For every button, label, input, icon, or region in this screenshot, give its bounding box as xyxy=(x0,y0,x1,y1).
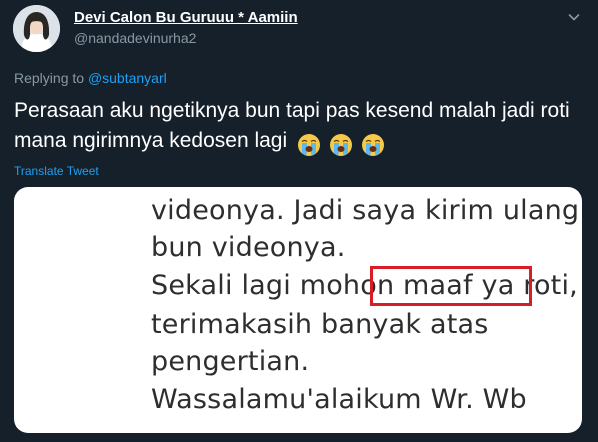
red-highlight-box xyxy=(370,266,532,306)
avatar[interactable] xyxy=(13,5,60,52)
loudly-crying-face-icon xyxy=(298,134,320,157)
tweet-body: Perasaan aku ngetiknya bun tapi pas kese… xyxy=(14,99,570,152)
replying-to-mention[interactable]: @subtanyarl xyxy=(88,70,167,86)
media-text-line: terimakasih banyak atas xyxy=(151,309,489,340)
media-text-line: pengertian. xyxy=(151,346,310,377)
media-text-line: bun videonya. xyxy=(151,232,346,263)
translate-tweet-link[interactable]: Translate Tweet xyxy=(14,164,99,178)
avatar-image xyxy=(13,5,60,52)
loudly-crying-face-icon xyxy=(361,134,384,157)
author-handle: @nandadevinurha2 xyxy=(74,30,197,46)
replying-to: Replying to @subtanyarl xyxy=(14,70,167,86)
tweet-card: Devi Calon Bu Guruuu * Aamiin @nandadevi… xyxy=(0,0,598,442)
loudly-crying-face-icon xyxy=(329,134,352,157)
replying-to-prefix: Replying to xyxy=(14,70,88,86)
emoji-group xyxy=(297,130,387,160)
media-text-line: Wassalamu'alaikum Wr. Wb xyxy=(151,384,527,415)
author-display-name[interactable]: Devi Calon Bu Guruuu * Aamiin xyxy=(74,9,298,26)
media-text-line: videonya. Jadi saya kirim ulang xyxy=(151,195,580,226)
chevron-down-icon[interactable] xyxy=(566,9,582,25)
tweet-text: Perasaan aku ngetiknya bun tapi pas kese… xyxy=(14,96,586,160)
tweet-media-image[interactable]: videonya. Jadi saya kirim ulang bun vide… xyxy=(14,187,582,433)
